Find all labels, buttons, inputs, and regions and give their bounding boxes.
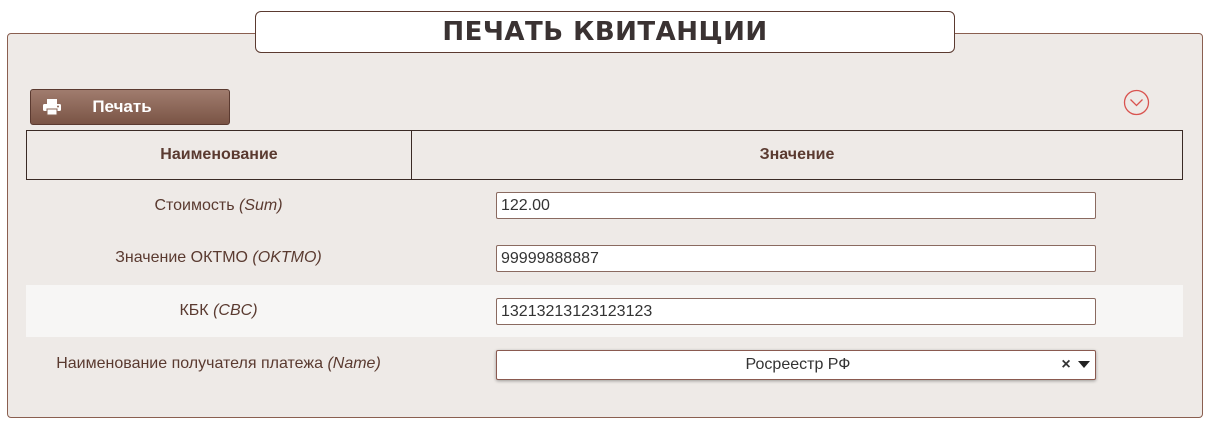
clear-icon[interactable]: × — [1059, 356, 1073, 374]
print-button-label: Печать — [92, 97, 152, 116]
row-label: КБК (CBC) — [179, 302, 258, 319]
sum-input[interactable]: 122.00 — [496, 192, 1096, 219]
dropdown-arrow-icon[interactable] — [1073, 361, 1095, 369]
print-button[interactable]: Печать — [30, 89, 230, 125]
cbc-input[interactable]: 13213213123123123 — [496, 298, 1096, 325]
row-label: Наименование получателя платежа (Name) — [56, 355, 381, 372]
table-row-sum: Стоимость (Sum) 122.00 — [26, 180, 1183, 232]
chevron-down-circle-icon[interactable] — [1123, 89, 1150, 116]
table-row-cbc: КБК (CBC) 13213213123123123 — [26, 285, 1183, 337]
table-header: Наименование Значение — [26, 130, 1183, 180]
table-row-name: Наименование получателя платежа (Name) Р… — [26, 338, 1183, 390]
oktmo-input[interactable]: 99999888887 — [496, 245, 1096, 272]
column-header-name: Наименование — [27, 131, 412, 179]
table-row-oktmo: Значение ОКТМО (OKTMO) 99999888887 — [26, 232, 1183, 284]
row-label: Стоимость (Sum) — [154, 197, 283, 214]
recipient-select[interactable]: Росреестр РФ × — [496, 350, 1096, 380]
recipient-select-value: Росреестр РФ — [745, 356, 851, 373]
printer-icon — [37, 90, 67, 124]
column-header-value: Значение — [759, 146, 835, 163]
page-title-box: ПЕЧАТЬ КВИТАНЦИИ — [255, 11, 955, 53]
page-title: ПЕЧАТЬ КВИТАНЦИИ — [442, 17, 768, 47]
row-label: Значение ОКТМО (OKTMO) — [115, 249, 322, 266]
